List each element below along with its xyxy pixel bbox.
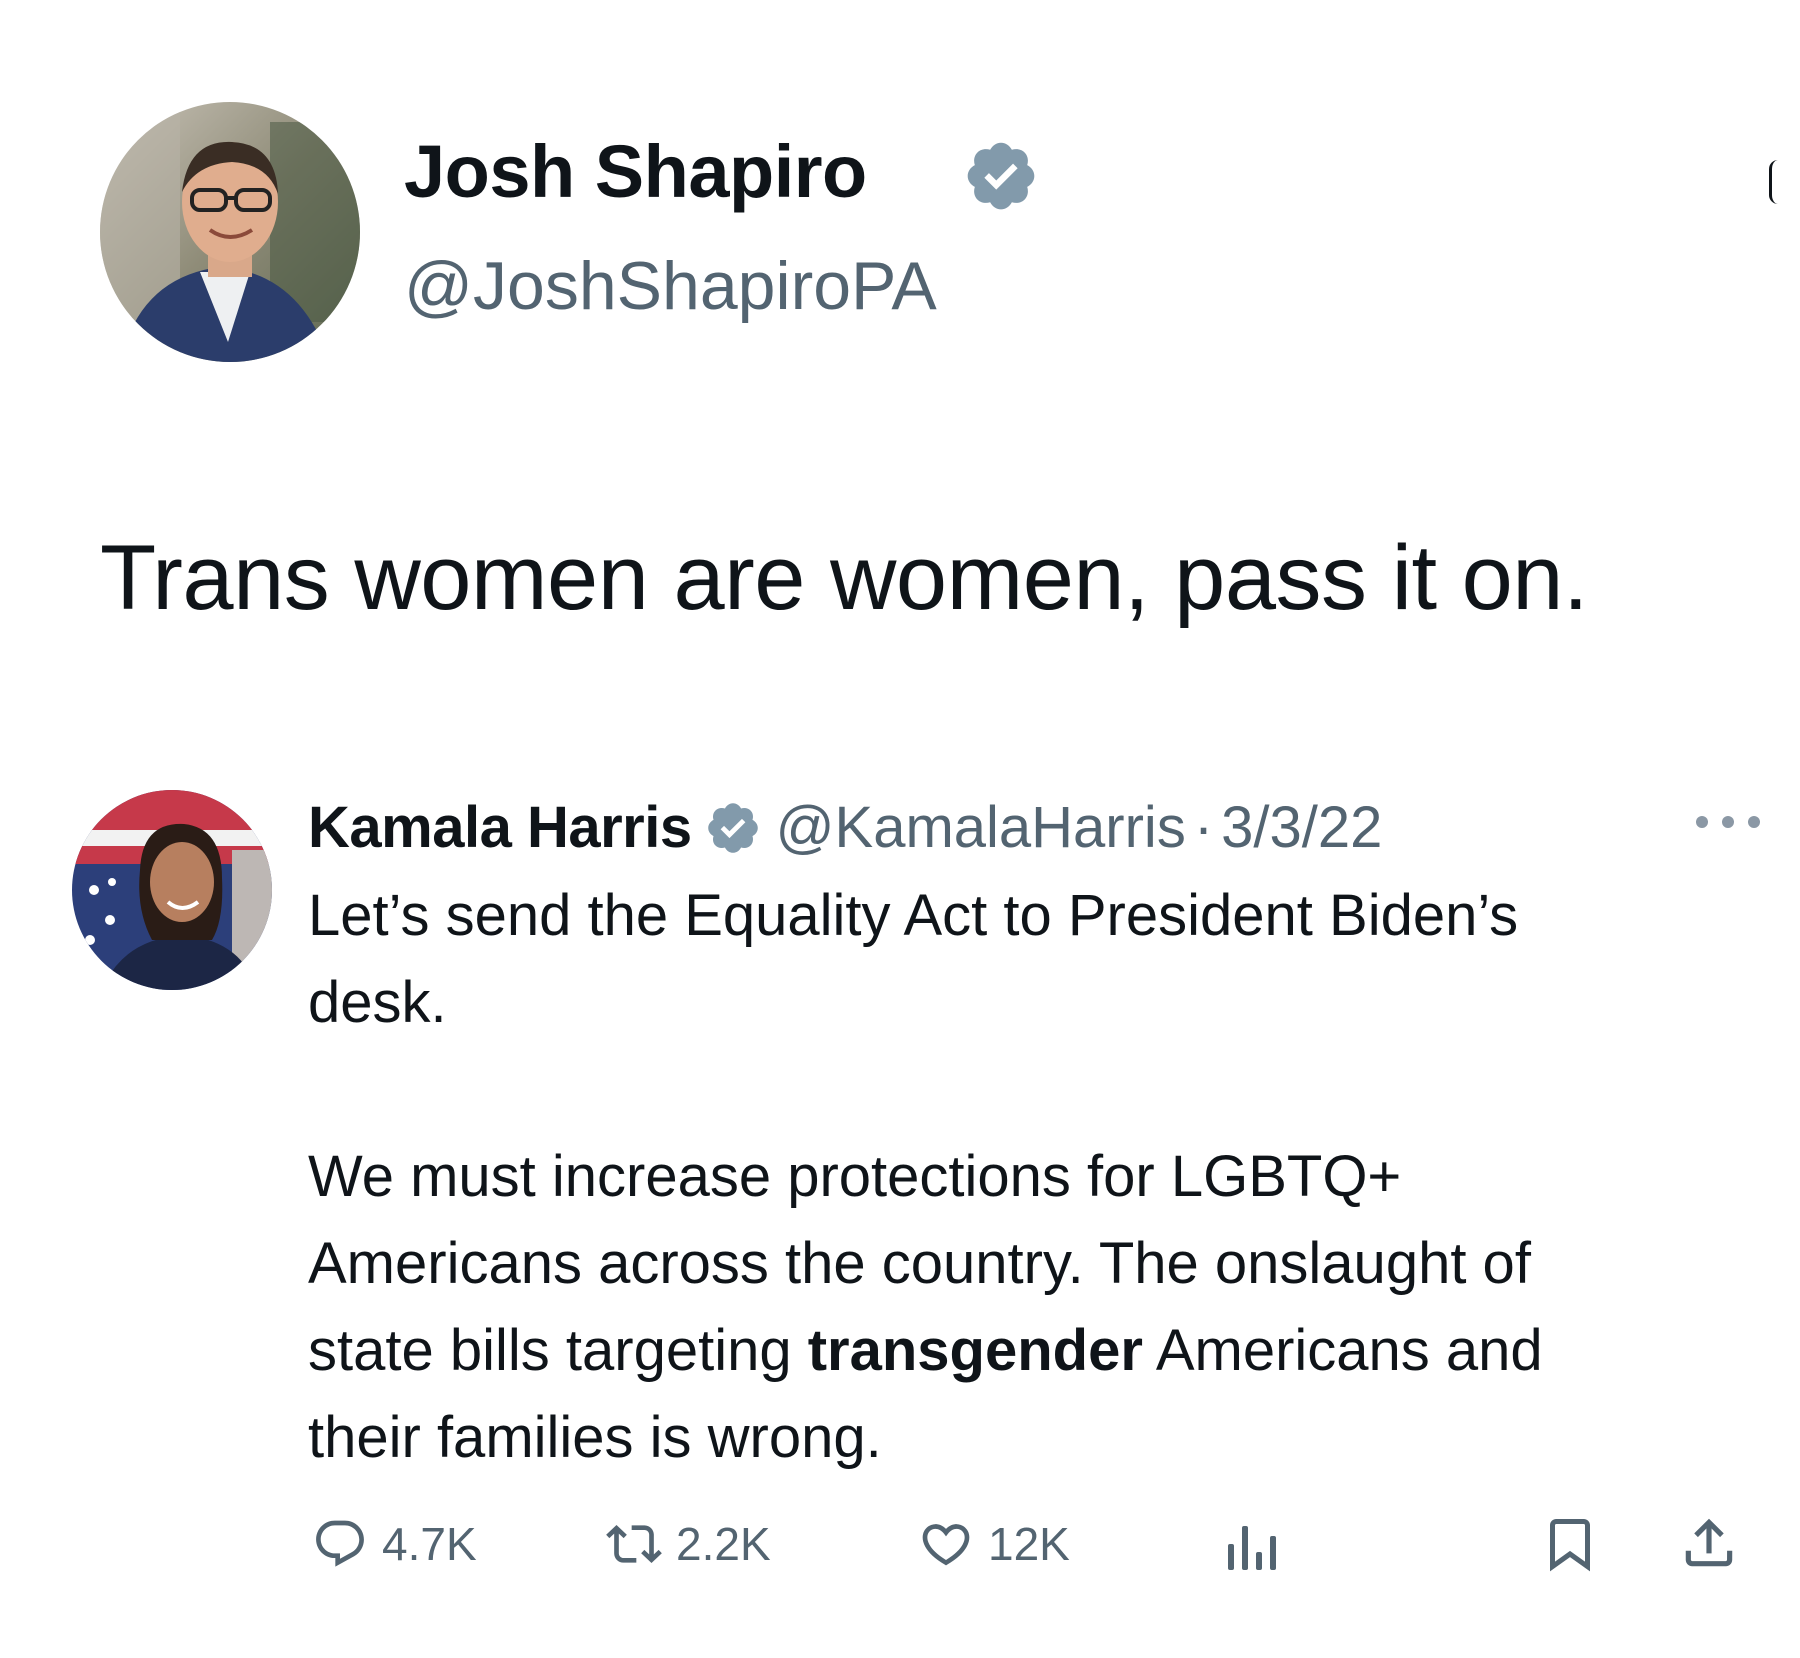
more-horizontal-icon[interactable] — [1692, 812, 1764, 832]
retweet-count: 2.2K — [676, 1518, 771, 1570]
text-line: We must increase protections for LGBTQ+ — [308, 1144, 1402, 1209]
main-author-handle[interactable]: @JoshShapiroPA — [404, 252, 937, 320]
text-line: Americans across the country. The onslau… — [308, 1231, 1531, 1296]
like-button[interactable]: 12K — [918, 1516, 1070, 1572]
main-tweet-text: Trans women are women, pass it on. — [100, 527, 1589, 629]
quoted-author-avatar[interactable] — [72, 790, 272, 990]
retweet-icon — [606, 1525, 662, 1563]
quoted-author-handle[interactable]: @KamalaHarris — [776, 799, 1186, 857]
reply-button[interactable]: 4.7K — [312, 1516, 477, 1572]
header-separator: · — [1193, 795, 1214, 860]
verified-badge-icon — [704, 799, 762, 857]
bookmark-button[interactable] — [1540, 1514, 1600, 1574]
text-line: their families is wrong. — [308, 1405, 882, 1470]
avatar-photo — [72, 790, 272, 990]
views-button[interactable] — [1222, 1518, 1282, 1574]
reply-icon — [316, 1520, 364, 1567]
text-line: state bills targeting transgender Americ… — [308, 1307, 1768, 1394]
share-button[interactable] — [1678, 1512, 1740, 1574]
quoted-tweet-text: Let’s send the Equality Act to President… — [308, 872, 1768, 1481]
main-author-avatar[interactable] — [100, 102, 360, 362]
avatar-photo — [100, 102, 360, 362]
text-line: Let’s send the Equality Act to President… — [308, 883, 1519, 948]
text-segment: Americans and — [1142, 1318, 1543, 1383]
reply-count: 4.7K — [382, 1518, 477, 1570]
bold-text-segment: transgender — [807, 1318, 1143, 1383]
heart-icon — [922, 1524, 970, 1566]
quoted-tweet-header: Kamala Harris @KamalaHarris · 3/3/22 — [308, 788, 1382, 868]
verified-badge-icon — [962, 137, 1040, 215]
retweet-button[interactable]: 2.2K — [606, 1516, 771, 1572]
tweet-date[interactable]: 3/3/22 — [1221, 799, 1382, 857]
main-author-name[interactable]: Josh Shapiro — [404, 135, 867, 209]
text-line: desk. — [308, 970, 447, 1035]
analytics-icon — [1228, 1526, 1276, 1570]
like-count: 12K — [988, 1518, 1070, 1570]
quoted-author-name[interactable]: Kamala Harris — [308, 799, 692, 857]
share-icon — [1685, 1518, 1733, 1567]
text-segment: state bills targeting — [308, 1318, 808, 1383]
cropped-edge-mark — [1769, 160, 1778, 204]
bookmark-icon — [1550, 1519, 1590, 1572]
